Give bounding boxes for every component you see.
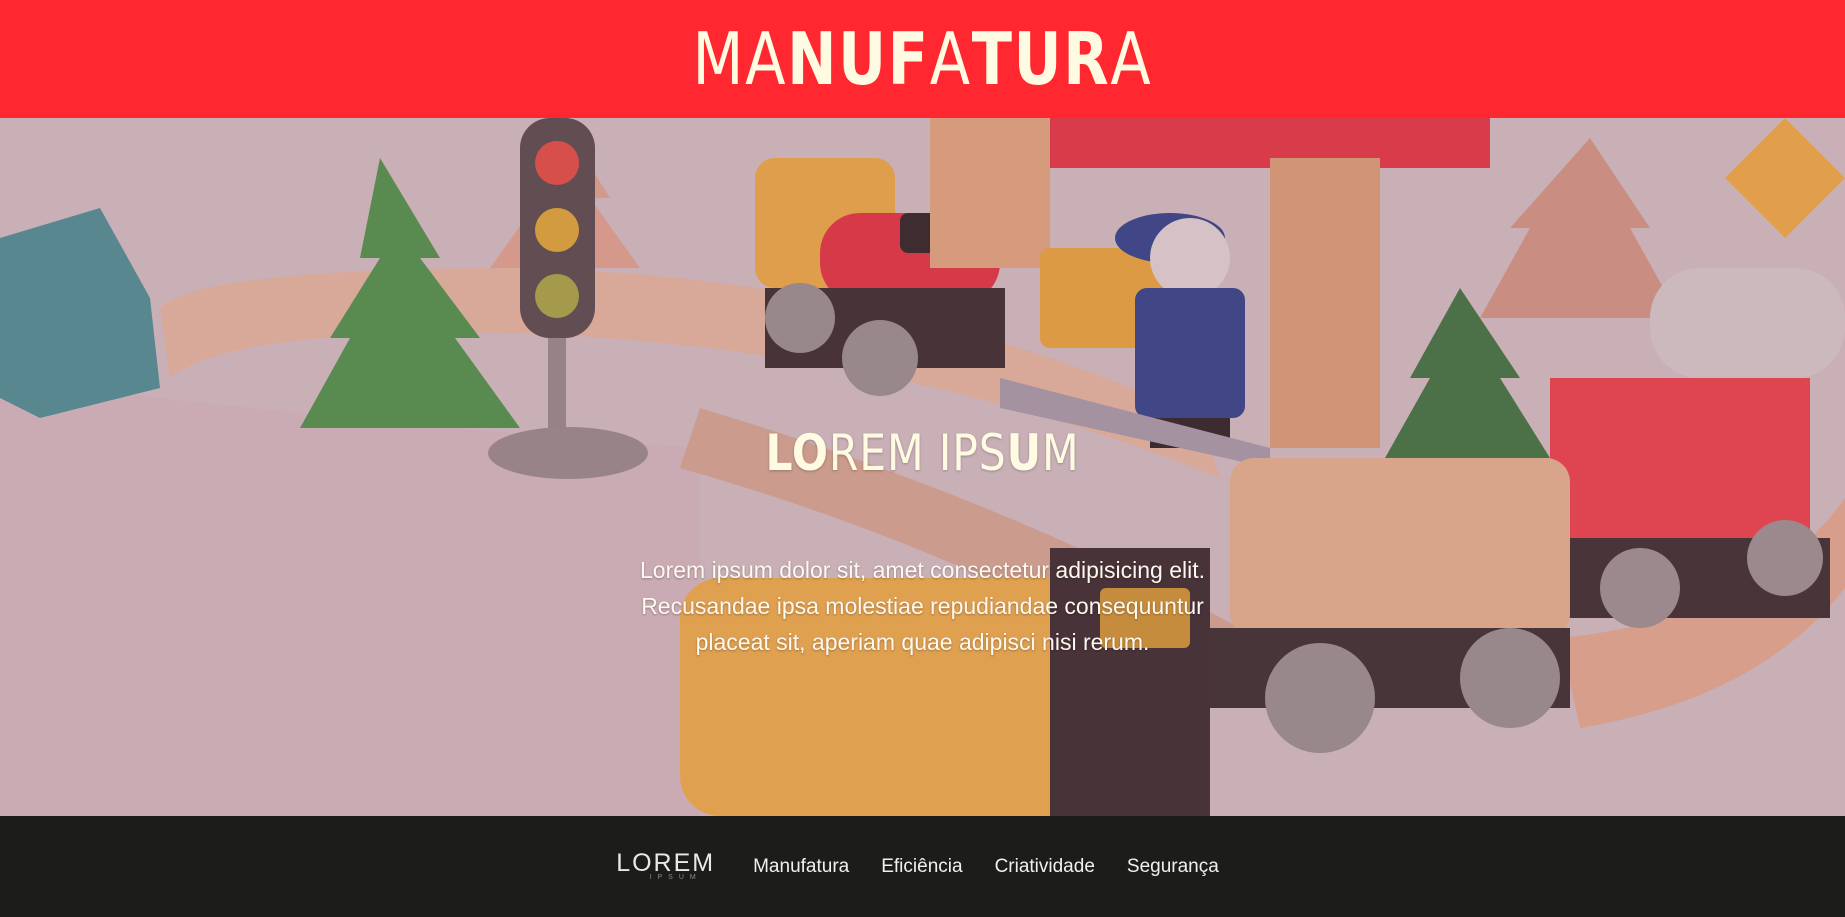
hero-title-part: REM IPS [828,424,1007,482]
nav-link-seguranca[interactable]: Segurança [1127,856,1219,878]
nav-link-eficiencia[interactable]: Eficiência [881,856,962,878]
footer-logo-main: LOREM [616,848,716,877]
title-letter: M [692,17,746,101]
footer-nav: LOREM IPSUM Manufatura Eficiência Criati… [616,848,1219,882]
title-letter: A [1110,17,1153,101]
hero-section: LOREM IPSUM Lorem ipsum dolor sit, amet … [0,118,1845,816]
site-header: MANUFATURA [0,0,1845,118]
title-letter: U [1013,17,1064,101]
title-letter: F [887,17,930,101]
title-letter: A [745,17,788,101]
hero-title: LOREM IPSUM [138,424,1706,482]
hero-title-part: M [1041,424,1080,482]
hero-title-part: LO [765,424,829,482]
title-letter: N [787,17,839,101]
title-letter: R [1063,17,1111,101]
hero-description: Lorem ipsum dolor sit, amet consectetur … [639,557,1206,655]
title-letter: T [971,17,1014,101]
site-footer: LOREM IPSUM Manufatura Eficiência Criati… [0,816,1845,917]
hero-title-part: U [1006,424,1042,482]
title-letter: U [838,17,888,101]
footer-logo-sub: IPSUM [649,873,702,881]
title-letter: A [929,17,972,101]
footer-logo[interactable]: LOREM IPSUM [616,848,716,882]
nav-link-manufatura[interactable]: Manufatura [753,856,849,878]
site-title: MANUFATURA [693,23,1153,95]
nav-link-criatividade[interactable]: Criatividade [995,856,1095,878]
